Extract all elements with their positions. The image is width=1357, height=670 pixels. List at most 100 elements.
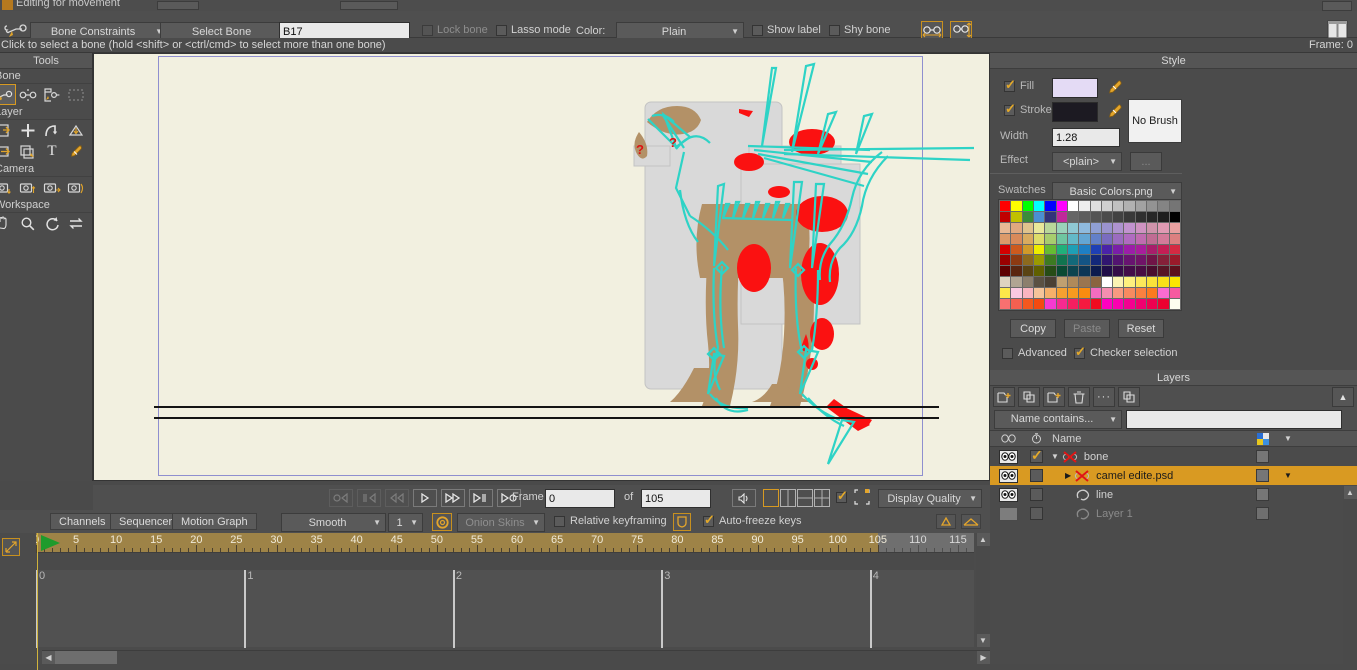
swatch-50[interactable] [1022,233,1033,244]
swatch-67[interactable] [1033,244,1045,255]
layer-filter-mode-dropdown[interactable]: Name contains... ▼ [994,409,1122,429]
layer-color-chip[interactable] [1256,469,1269,482]
paste-button[interactable]: Paste [1064,319,1110,338]
swatch-47[interactable] [1169,222,1180,233]
swatch-81[interactable] [1011,255,1022,266]
swatch-16[interactable] [1000,211,1011,222]
swatch-78[interactable] [1158,244,1169,255]
swatch-146[interactable] [1022,299,1033,309]
swatch-137[interactable] [1101,288,1113,299]
swatch-127[interactable] [1169,277,1180,288]
swatch-48[interactable] [1000,233,1011,244]
scroll-left-arrow-icon[interactable]: ◀ [42,651,55,664]
text-tool-icon[interactable]: T [40,141,64,162]
swatch-44[interactable] [1135,222,1147,233]
reset-workspace-icon[interactable] [64,213,88,234]
effect-more-button[interactable]: ... [1130,152,1162,171]
column-menu-chevron-down-icon[interactable]: ▼ [1274,434,1302,443]
step-forward-frame-button[interactable] [469,489,493,507]
swatch-142[interactable] [1158,288,1169,299]
no-brush-button[interactable]: No Brush [1128,99,1182,143]
layer-visibility-eye-icon[interactable] [998,468,1018,483]
table-row[interactable]: ▼ bone [990,447,1357,466]
onion-skin-icon[interactable] [432,513,452,531]
swatch-17[interactable] [1011,211,1022,222]
swatch-60[interactable] [1135,233,1147,244]
timeline-grid[interactable]: 0 1 2 3 4 [36,552,974,648]
tab-motion-graph[interactable]: Motion Graph [172,513,257,530]
lasso-mode-checkbox[interactable]: Lasso mode [496,24,571,36]
new-layer-icon[interactable] [993,387,1015,407]
swatch-119[interactable] [1079,277,1090,288]
swatch-132[interactable] [1045,288,1056,299]
stroke-eyedropper-icon[interactable] [1106,102,1124,122]
swatch-117[interactable] [1056,277,1067,288]
swatch-103[interactable] [1079,266,1090,277]
swatch-20[interactable] [1045,211,1056,222]
fill-eyedropper-icon[interactable] [1106,78,1124,98]
swatch-102[interactable] [1067,266,1079,277]
add-point-icon[interactable] [16,120,40,141]
swatch-133[interactable] [1056,288,1067,299]
single-view-button[interactable] [763,489,779,507]
layer-settings-icon[interactable] [1118,387,1140,407]
layer-lock-checkbox[interactable] [1030,507,1043,520]
swatch-157[interactable] [1147,299,1158,309]
tab-channels[interactable]: Channels [50,513,115,530]
swatch-139[interactable] [1124,288,1135,299]
swatch-151[interactable] [1079,299,1090,309]
swatch-23[interactable] [1079,211,1090,222]
effect-dropdown[interactable]: <plain> ▼ [1052,152,1122,171]
swatch-72[interactable] [1090,244,1101,255]
swatch-68[interactable] [1045,244,1056,255]
rotate-workspace-icon[interactable] [40,213,64,234]
swatch-4[interactable] [1045,201,1056,211]
layers-vertical-scrollbar[interactable]: ▲ [1343,486,1357,664]
shear-layer-icon[interactable] [64,120,88,141]
zoom-icon[interactable] [16,213,40,234]
swatch-43[interactable] [1124,222,1135,233]
advanced-box[interactable] [1002,347,1013,359]
timeline-horizontal-scrollbar[interactable]: ◀ ▶ [42,650,990,664]
swatch-76[interactable] [1135,244,1147,255]
swatch-39[interactable] [1079,222,1090,233]
frame-input[interactable]: 0 [545,489,615,508]
play-backward-button[interactable] [385,489,409,507]
swatch-3[interactable] [1033,201,1045,211]
fast-forward-button[interactable] [441,489,465,507]
swatch-6[interactable] [1067,201,1079,211]
swatch-89[interactable] [1101,255,1113,266]
swatch-11[interactable] [1124,201,1135,211]
bone-transform-icon[interactable] [16,84,40,105]
checker-selection-box[interactable] [1074,345,1086,359]
track-camera-icon[interactable] [0,177,16,198]
swatch-8[interactable] [1090,201,1101,211]
swatch-25[interactable] [1101,211,1113,222]
pan-camera-icon[interactable] [40,177,64,198]
swatch-159[interactable] [1169,299,1180,309]
swatch-106[interactable] [1113,266,1124,277]
timeline-vertical-scrollbar[interactable]: ▲ ▼ [976,533,990,647]
table-row[interactable]: ▶ camel edite.psd ▼ [990,466,1357,485]
swatch-112[interactable] [1000,277,1011,288]
timeline-marker[interactable] [244,570,247,648]
swatch-143[interactable] [1169,288,1180,299]
more-options-icon[interactable]: ··· [1093,387,1115,407]
swatch-10[interactable] [1113,201,1124,211]
swatch-19[interactable] [1033,211,1045,222]
swatch-54[interactable] [1067,233,1079,244]
swatch-91[interactable] [1124,255,1135,266]
swatch-125[interactable] [1147,277,1158,288]
timeline-marker[interactable] [869,570,872,648]
layer-copy-icon[interactable] [16,141,40,162]
onion-skins-dropdown[interactable]: Onion Skins ▼ [457,513,545,532]
layer-menu-chevron-down-icon[interactable]: ▼ [1274,471,1302,480]
scroll-thumb[interactable] [55,651,117,664]
layer-lock-checkbox[interactable] [1030,488,1043,501]
swatch-113[interactable] [1011,277,1022,288]
swatch-104[interactable] [1090,266,1101,277]
fill-color-chip[interactable] [1052,78,1098,98]
swatch-98[interactable] [1022,266,1033,277]
layer-lock-checkbox[interactable] [1030,469,1043,482]
reset-button[interactable]: Reset [1118,319,1164,338]
